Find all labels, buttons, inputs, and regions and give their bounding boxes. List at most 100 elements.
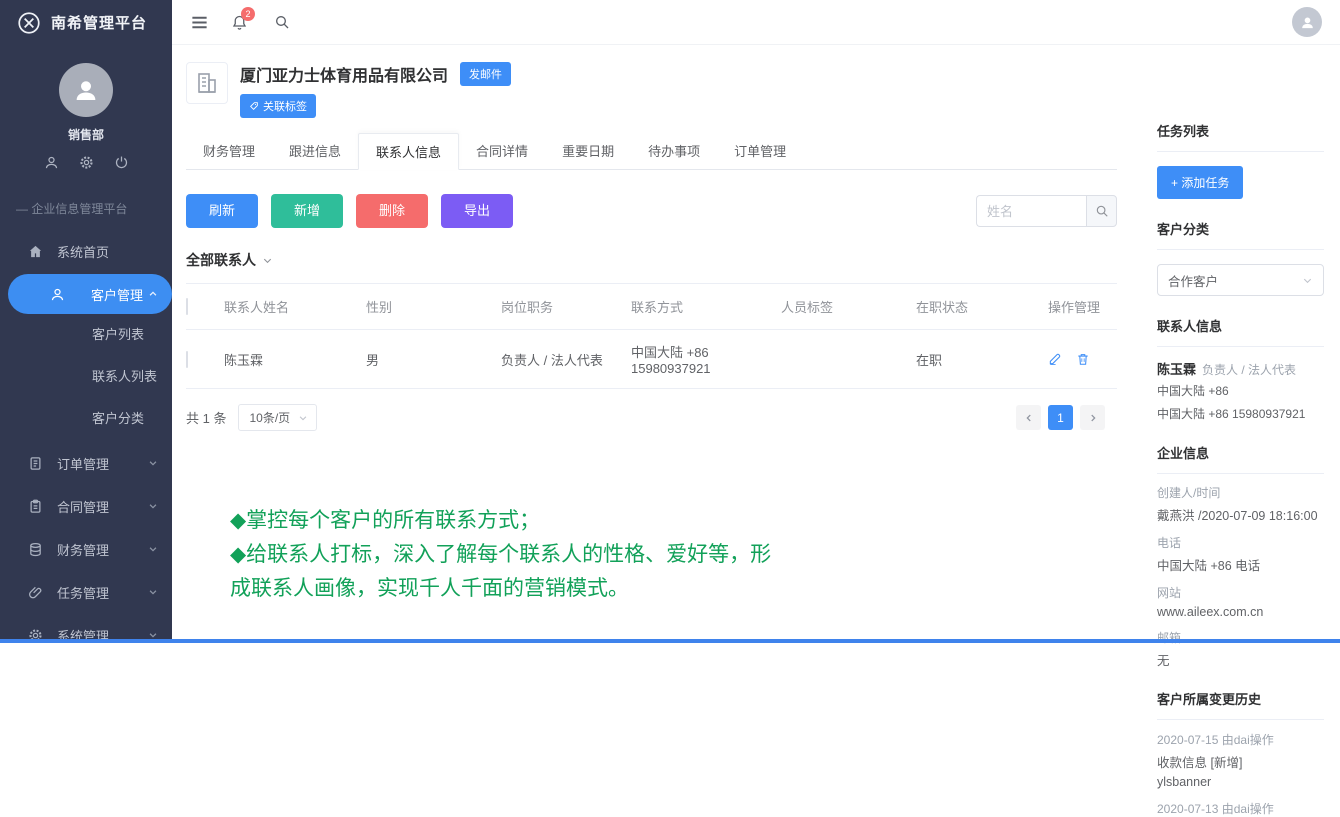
tab-orders[interactable]: 订单管理 <box>717 133 803 169</box>
sidebar-item-label: 客户管理 <box>91 285 143 304</box>
sidebar-item-label: 客户列表 <box>92 327 144 342</box>
sidebar-item-customer-list[interactable]: 客户列表 <box>0 317 172 353</box>
position-cell: 负责人 / 法人代表 <box>501 350 631 369</box>
sidebar: 南希管理平台 销售部 — 企业信息管理平台 系统首页 <box>0 0 172 643</box>
delete-trash-icon[interactable] <box>1076 352 1090 366</box>
export-button[interactable]: 导出 <box>441 194 513 228</box>
send-mail-button[interactable]: 发邮件 <box>460 62 511 86</box>
refresh-button[interactable]: 刷新 <box>186 194 258 228</box>
total-count-label: 共 1 条 <box>186 408 226 427</box>
profile-settings-icon[interactable] <box>79 155 94 170</box>
sidebar-item-orders[interactable]: 订单管理 <box>0 443 172 483</box>
page-size-select[interactable]: 10条/页 <box>238 404 317 431</box>
hamburger-menu-icon[interactable] <box>190 13 209 32</box>
tab-contacts[interactable]: 联系人信息 <box>358 133 459 170</box>
column-header: 性别 <box>366 297 501 316</box>
logout-power-icon[interactable] <box>114 155 129 170</box>
tab-followup[interactable]: 跟进信息 <box>272 133 358 169</box>
column-header: 在职状态 <box>916 297 1048 316</box>
contact-method-cell: 中国大陆 +86 15980937921 <box>631 342 781 376</box>
pagination: 共 1 条 10条/页 1 <box>186 404 1117 431</box>
sidebar-item-customer-category[interactable]: 客户分类 <box>0 401 172 437</box>
user-avatar[interactable] <box>59 63 113 117</box>
brand-logo-icon <box>16 10 42 36</box>
company-header: 厦门亚力士体育用品有限公司 发邮件 关联标签 <box>186 62 1117 118</box>
sidebar-item-tasks[interactable]: 任务管理 <box>0 572 172 612</box>
home-icon <box>28 244 43 259</box>
sidebar-item-label: 财务管理 <box>57 540 109 559</box>
field-label: 邮箱 <box>1157 629 1324 646</box>
clipboard-icon <box>28 499 43 514</box>
sidebar-item-customers[interactable]: 客户管理 <box>8 274 172 314</box>
sidebar-item-label: 任务管理 <box>57 583 109 602</box>
column-header: 联系方式 <box>631 297 781 316</box>
company-building-icon <box>186 62 228 104</box>
history-meta: 2020-07-13 由dai操作 <box>1157 800 1324 817</box>
toolbar: 刷新 新增 删除 导出 <box>186 194 1117 228</box>
next-page-button[interactable] <box>1080 405 1105 430</box>
column-header: 操作管理 <box>1048 297 1117 316</box>
column-header: 岗位职务 <box>501 297 631 316</box>
history-line: 收款信息 [新增] <box>1157 752 1324 771</box>
column-header: 联系人姓名 <box>224 297 366 316</box>
profile-user-icon[interactable] <box>44 155 59 170</box>
page-number-button[interactable]: 1 <box>1048 405 1073 430</box>
customer-category-select[interactable]: 合作客户 <box>1157 264 1324 296</box>
table-header-row: 联系人姓名 性别 岗位职务 联系方式 人员标签 在职状态 操作管理 <box>186 284 1117 330</box>
chevron-down-icon <box>262 255 273 266</box>
brand: 南希管理平台 <box>0 0 172 45</box>
sidebar-item-contact-list[interactable]: 联系人列表 <box>0 359 172 395</box>
tab-finance[interactable]: 财务管理 <box>186 133 272 169</box>
sidebar-item-contracts[interactable]: 合同管理 <box>0 486 172 526</box>
search-icon[interactable] <box>274 14 290 30</box>
main-panel: 厦门亚力士体育用品有限公司 发邮件 关联标签 财务管理 跟进信息 联系人信息 合… <box>172 45 1131 643</box>
gender-cell: 男 <box>366 350 501 369</box>
field-label: 网站 <box>1157 584 1324 601</box>
contact-info-title: 联系人信息 <box>1157 316 1324 347</box>
contact-filter[interactable]: 全部联系人 <box>186 250 1117 284</box>
name-search-input[interactable] <box>976 195 1086 227</box>
tab-contract-detail[interactable]: 合同详情 <box>459 133 545 169</box>
prev-page-button[interactable] <box>1016 405 1041 430</box>
department-label: 销售部 <box>0 126 172 143</box>
sidebar-item-home[interactable]: 系统首页 <box>0 231 172 271</box>
field-value: 戴燕洪 /2020-07-09 18:16:00 <box>1157 505 1324 524</box>
notification-bell-icon[interactable]: 2 <box>231 14 248 31</box>
contact-phone: 中国大陆 +86 15980937921 <box>1157 405 1324 424</box>
history-line: ylsbanner <box>1157 775 1324 789</box>
select-all-checkbox[interactable] <box>186 298 188 315</box>
chevron-down-icon <box>148 458 158 468</box>
delete-button[interactable]: 删除 <box>356 194 428 228</box>
tab-important-dates[interactable]: 重要日期 <box>545 133 631 169</box>
search-submit-button[interactable] <box>1086 195 1117 227</box>
annotation-line: 成联系人画像，实现千人千面的营销模式。 <box>230 571 1117 605</box>
add-task-button[interactable]: + 添加任务 <box>1157 166 1243 199</box>
field-label: 电话 <box>1157 534 1324 551</box>
tab-todo[interactable]: 待办事项 <box>631 133 717 169</box>
field-value: 无 <box>1157 650 1324 669</box>
brand-title: 南希管理平台 <box>51 12 147 33</box>
related-tags-label: 关联标签 <box>263 98 307 114</box>
chevron-up-icon <box>148 289 158 299</box>
annotation-text: ◆掌控每个客户的所有联系方式； ◆给联系人打标，深入了解每个联系人的性格、爱好等… <box>230 503 1117 605</box>
sidebar-item-system[interactable]: 系统管理 <box>0 615 172 655</box>
user-avatar[interactable] <box>1292 7 1322 37</box>
chevron-down-icon <box>148 501 158 511</box>
chevron-down-icon <box>148 587 158 597</box>
customer-category-value: 合作客户 <box>1168 271 1218 290</box>
bottom-accent-line <box>0 639 1340 643</box>
annotation-line: ◆掌控每个客户的所有联系方式； <box>230 503 1117 537</box>
edit-pencil-icon[interactable] <box>1048 352 1062 366</box>
sidebar-item-finance[interactable]: 财务管理 <box>0 529 172 569</box>
customer-category-section: 客户分类 合作客户 <box>1157 219 1324 296</box>
right-panel: 任务列表 + 添加任务 客户分类 合作客户 联系人信息 陈玉霖负责人 / 法人代… <box>1131 45 1340 643</box>
sidebar-item-label: 系统首页 <box>57 242 109 261</box>
row-checkbox[interactable] <box>186 351 188 368</box>
customer-category-title: 客户分类 <box>1157 219 1324 250</box>
sidebar-item-label: 联系人列表 <box>92 369 157 384</box>
content-area: 厦门亚力士体育用品有限公司 发邮件 关联标签 财务管理 跟进信息 联系人信息 合… <box>172 45 1340 643</box>
page-size-value: 10条/页 <box>249 409 290 426</box>
task-list-section: 任务列表 + 添加任务 <box>1157 121 1324 199</box>
related-tags-button[interactable]: 关联标签 <box>240 94 316 118</box>
add-button[interactable]: 新增 <box>271 194 343 228</box>
